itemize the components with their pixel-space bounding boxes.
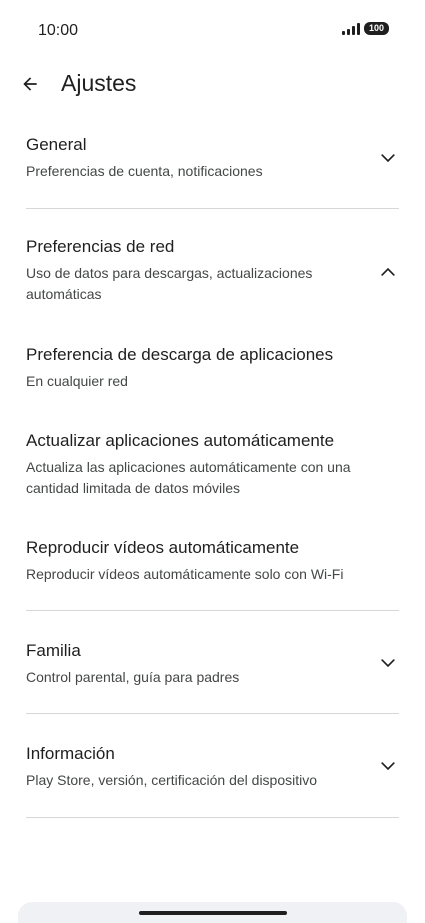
chevron-up-icon[interactable] <box>377 261 399 283</box>
arrow-back-icon <box>23 77 37 91</box>
setting-subtitle: En cualquier red <box>26 373 128 389</box>
chevron-down-icon[interactable] <box>377 652 399 674</box>
section-title: Preferencias de red <box>26 237 175 256</box>
section-subtitle: Play Store, versión, certificación del d… <box>26 772 318 788</box>
status-time: 10:00 <box>38 22 79 39</box>
section-subtitle: Preferencias de cuenta, notificaciones <box>26 163 263 179</box>
divider <box>26 817 399 818</box>
setting-subtitle: Actualiza las aplicaciones automáticamen… <box>26 459 351 496</box>
home-gesture-handle[interactable] <box>139 911 287 915</box>
signal-icon <box>341 22 360 35</box>
section-family[interactable]: Familia Control parental, guía para padr… <box>0 636 425 716</box>
section-title: General <box>26 135 87 154</box>
section-subtitle: Uso de datos para descargas, actualizaci… <box>26 265 313 302</box>
section-subtitle: Control parental, guía para padres <box>26 669 240 685</box>
divider <box>26 208 399 209</box>
section-network[interactable]: Preferencias de red Uso de datos para de… <box>0 232 425 312</box>
setting-subtitle: Reproducir vídeos automáticamente solo c… <box>26 566 344 582</box>
divider <box>26 610 399 611</box>
section-title: Información <box>26 744 115 763</box>
setting-download-preference[interactable]: Preferencia de descarga de aplicaciones … <box>0 340 425 400</box>
section-info[interactable]: Información Play Store, versión, certifi… <box>0 739 425 819</box>
chevron-down-icon[interactable] <box>377 755 399 777</box>
setting-title: Actualizar aplicaciones automáticamente <box>26 431 335 450</box>
divider <box>26 713 399 714</box>
chevron-down-icon[interactable] <box>377 147 399 169</box>
setting-autoplay-videos[interactable]: Reproducir vídeos automáticamente Reprod… <box>0 533 425 593</box>
setting-title: Reproducir vídeos automáticamente <box>26 538 300 557</box>
page-title: Ajustes <box>61 70 137 96</box>
back-button[interactable] <box>14 68 46 100</box>
status-icons: 100 <box>341 22 389 35</box>
setting-auto-update[interactable]: Actualizar aplicaciones automáticamente … <box>0 426 425 506</box>
section-general[interactable]: General Preferencias de cuenta, notifica… <box>0 130 425 210</box>
status-bar: 10:00 100 <box>0 0 425 64</box>
battery-icon: 100 <box>363 22 389 35</box>
section-title: Familia <box>26 641 81 660</box>
setting-title: Preferencia de descarga de aplicaciones <box>26 345 334 364</box>
app-bar: Ajustes <box>0 60 425 108</box>
